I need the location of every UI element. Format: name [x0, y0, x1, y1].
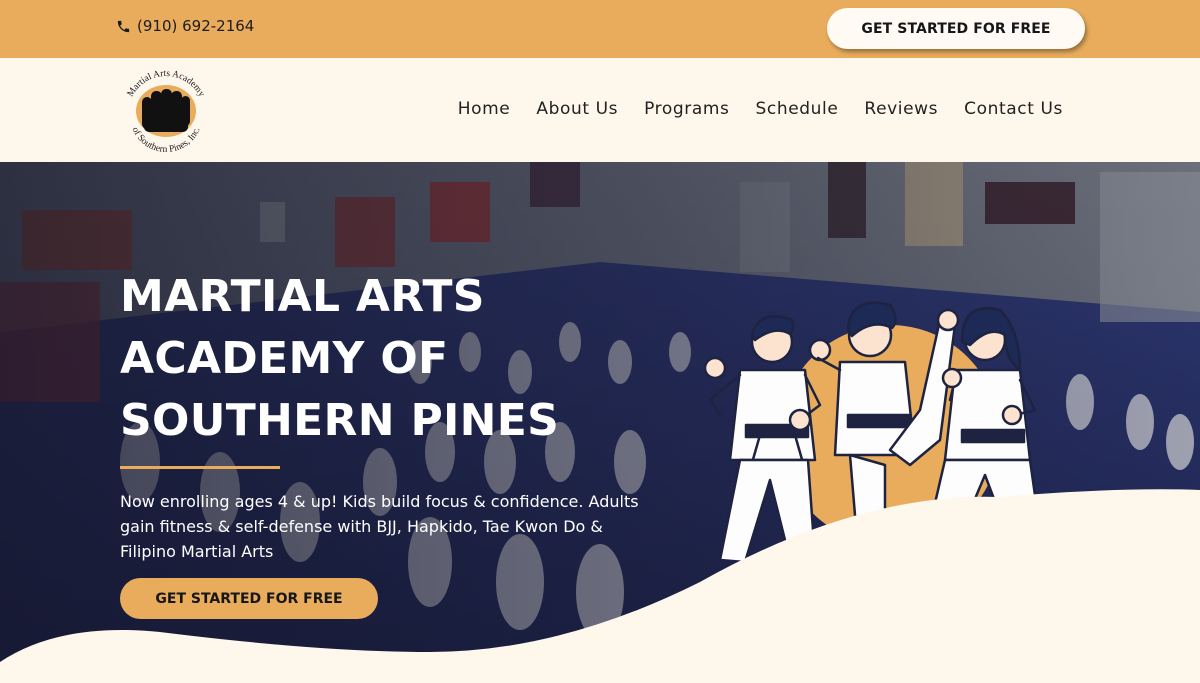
hero-section: MARTIAL ARTS ACADEMY OF SOUTHERN PINES N…	[0, 162, 1200, 683]
hero-title-line-1: MARTIAL ARTS	[120, 271, 485, 322]
get-started-hero-button[interactable]: GET STARTED FOR FREE	[120, 578, 378, 619]
nav-contact-us[interactable]: Contact Us	[964, 99, 1063, 119]
academy-logo[interactable]: Martial Arts Academy of Southern Pines, …	[118, 64, 214, 158]
top-bar: (910) 692-2164 GET STARTED FOR FREE	[0, 0, 1200, 58]
nav-schedule[interactable]: Schedule	[756, 99, 839, 119]
phone-icon	[117, 20, 130, 32]
site-header: Martial Arts Academy of Southern Pines, …	[0, 58, 1200, 162]
phone-number-text: (910) 692-2164	[137, 17, 255, 35]
main-nav: Home About Us Programs Schedule Reviews …	[458, 99, 1063, 119]
hero-title-underline	[120, 466, 280, 469]
nav-reviews[interactable]: Reviews	[864, 99, 938, 119]
get-started-top-button[interactable]: GET STARTED FOR FREE	[827, 8, 1085, 49]
hero-title-line-2: ACADEMY OF	[120, 333, 449, 384]
phone-number[interactable]: (910) 692-2164	[116, 17, 254, 35]
karate-students-illustration	[703, 301, 1047, 577]
nav-home[interactable]: Home	[458, 99, 511, 119]
nav-programs[interactable]: Programs	[644, 99, 729, 119]
hero-title: MARTIAL ARTS ACADEMY OF SOUTHERN PINES	[120, 266, 640, 452]
hero-description: Now enrolling ages 4 & up! Kids build fo…	[120, 492, 639, 561]
nav-about-us[interactable]: About Us	[536, 99, 618, 119]
hero-title-line-3: SOUTHERN PINES	[120, 395, 560, 446]
